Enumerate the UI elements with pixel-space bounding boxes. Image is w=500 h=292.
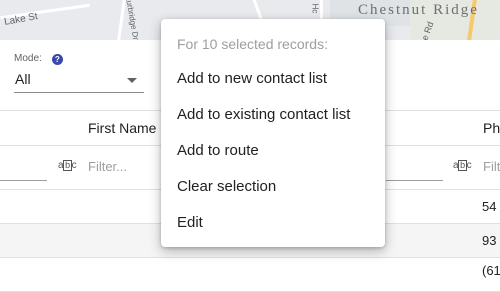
map-street-label: Lake St bbox=[3, 11, 39, 28]
filter-underline bbox=[386, 180, 443, 181]
column-header-first-name[interactable]: First Name bbox=[88, 120, 156, 136]
text-filter-icon[interactable]: abc bbox=[58, 160, 78, 174]
menu-item-add-to-existing-contact-list[interactable]: Add to existing contact list bbox=[161, 98, 385, 132]
menu-item-clear-selection[interactable]: Clear selection bbox=[161, 170, 385, 204]
mode-select-value: All bbox=[15, 71, 31, 87]
map-area-label: Chestnut Ridge bbox=[358, 2, 479, 18]
phone-cell: (61 bbox=[482, 263, 500, 278]
mode-label: Mode: bbox=[14, 53, 42, 64]
menu-item-add-to-new-contact-list[interactable]: Add to new contact list bbox=[161, 62, 385, 96]
context-menu: For 10 selected records: Add to new cont… bbox=[161, 19, 385, 247]
table-row[interactable]: (61 bbox=[0, 258, 500, 292]
phone-cell: 93 bbox=[482, 233, 497, 248]
menu-item-edit[interactable]: Edit bbox=[161, 206, 385, 240]
phone-filter-input[interactable] bbox=[483, 156, 500, 176]
menu-header: For 10 selected records: bbox=[177, 36, 328, 52]
mode-selector-area: Mode:? All bbox=[14, 48, 144, 93]
map-road-label: Hc bbox=[310, 3, 320, 14]
mode-select[interactable]: All bbox=[14, 70, 144, 93]
phone-cell: 54 bbox=[482, 199, 497, 214]
chevron-down-icon bbox=[127, 78, 137, 83]
first-name-filter-input[interactable] bbox=[88, 156, 158, 176]
filter-underline bbox=[0, 180, 47, 181]
column-header-phone[interactable]: Ph bbox=[483, 120, 500, 136]
question-circle-icon[interactable]: ? bbox=[51, 54, 63, 65]
menu-item-add-to-route[interactable]: Add to route bbox=[161, 134, 385, 168]
text-filter-icon[interactable]: abc bbox=[453, 160, 473, 174]
map-road-label: Sturbridge Dr bbox=[123, 0, 141, 40]
